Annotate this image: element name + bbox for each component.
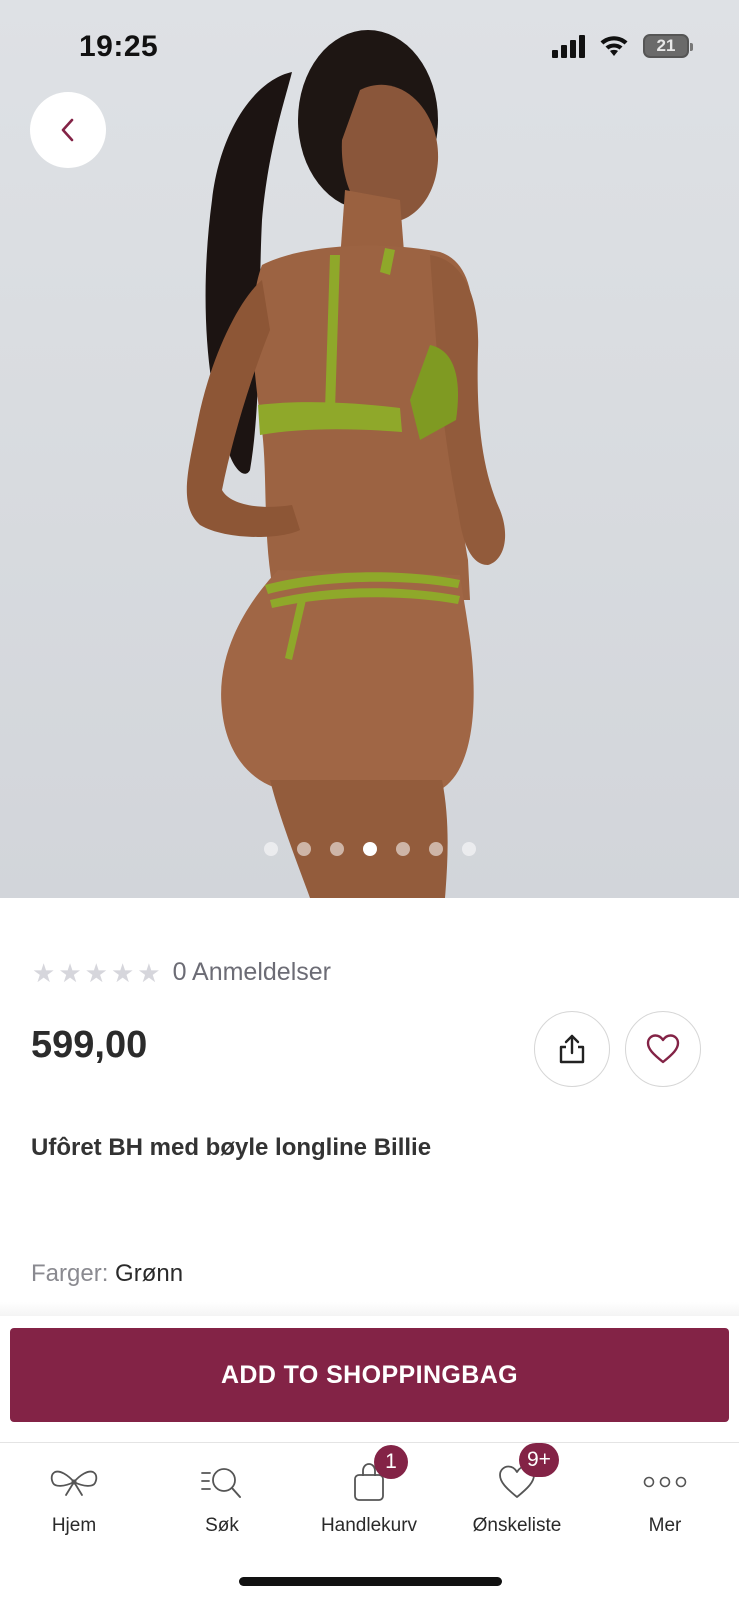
tab-cart[interactable]: 1 Handlekurv [295, 1443, 443, 1543]
product-title: Ufôret BH med bøyle longline Billie [31, 1134, 432, 1161]
tab-home[interactable]: Hjem [0, 1443, 148, 1543]
selected-color: Grønn [115, 1260, 184, 1287]
gallery-dot[interactable] [263, 842, 278, 856]
star-icon: ★ [137, 957, 161, 988]
home-indicator [239, 1577, 502, 1586]
tab-wishlist-label: Ønskeliste [472, 1515, 562, 1536]
tab-wishlist[interactable]: 9+ Ønskeliste [443, 1443, 591, 1543]
divider [0, 1302, 739, 1316]
color-selector[interactable]: Farger: Grønn [31, 1260, 183, 1288]
signal-icon [552, 34, 585, 58]
status-icons: 21 [552, 34, 693, 58]
gallery-dot[interactable] [296, 842, 311, 856]
star-icon: ★ [32, 957, 56, 988]
star-rating: ★ ★ ★ ★ ★ [32, 960, 161, 986]
tab-search[interactable]: Søk [148, 1443, 296, 1543]
cart-badge: 1 [374, 1445, 408, 1479]
search-icon [201, 1468, 241, 1498]
product-image-gallery[interactable]: 19:25 21 [0, 0, 739, 898]
gallery-dot[interactable] [329, 842, 344, 856]
tab-cart-label: Handlekurv [320, 1515, 418, 1536]
tab-more[interactable]: Mer [591, 1443, 739, 1543]
share-button[interactable] [534, 1011, 610, 1087]
wishlist-badge: 9+ [519, 1443, 559, 1477]
wifi-icon [600, 36, 628, 56]
gallery-dot[interactable] [395, 842, 410, 856]
heart-icon [646, 1034, 680, 1064]
tab-more-label: Mer [648, 1515, 682, 1536]
tab-home-label: Hjem [51, 1515, 97, 1536]
bow-icon [50, 1470, 98, 1496]
star-icon: ★ [110, 957, 135, 988]
add-to-bag-button[interactable]: ADD TO SHOPPINGBAG [10, 1328, 729, 1422]
gallery-dot[interactable] [461, 842, 476, 856]
gallery-dot-active[interactable] [362, 842, 377, 856]
rating-row[interactable]: ★ ★ ★ ★ ★ 0 Anmeldelser [32, 958, 331, 987]
chevron-left-icon [61, 118, 74, 142]
reviews-count[interactable]: 0 Anmeldelser [173, 958, 331, 987]
product-price: 599,00 [31, 1024, 148, 1066]
back-button[interactable] [30, 92, 106, 168]
gallery-pagination [0, 842, 739, 856]
add-to-wishlist-button[interactable] [625, 1011, 701, 1087]
status-time: 19:25 [79, 30, 159, 63]
battery-icon: 21 [643, 34, 693, 58]
star-icon: ★ [84, 957, 108, 988]
tab-search-label: Søk [205, 1515, 239, 1536]
gallery-dot[interactable] [428, 842, 443, 856]
colors-label: Farger: [31, 1260, 109, 1287]
star-icon: ★ [58, 957, 82, 988]
share-icon [559, 1034, 585, 1064]
more-icon [643, 1476, 687, 1488]
product-photo [186, 30, 506, 898]
